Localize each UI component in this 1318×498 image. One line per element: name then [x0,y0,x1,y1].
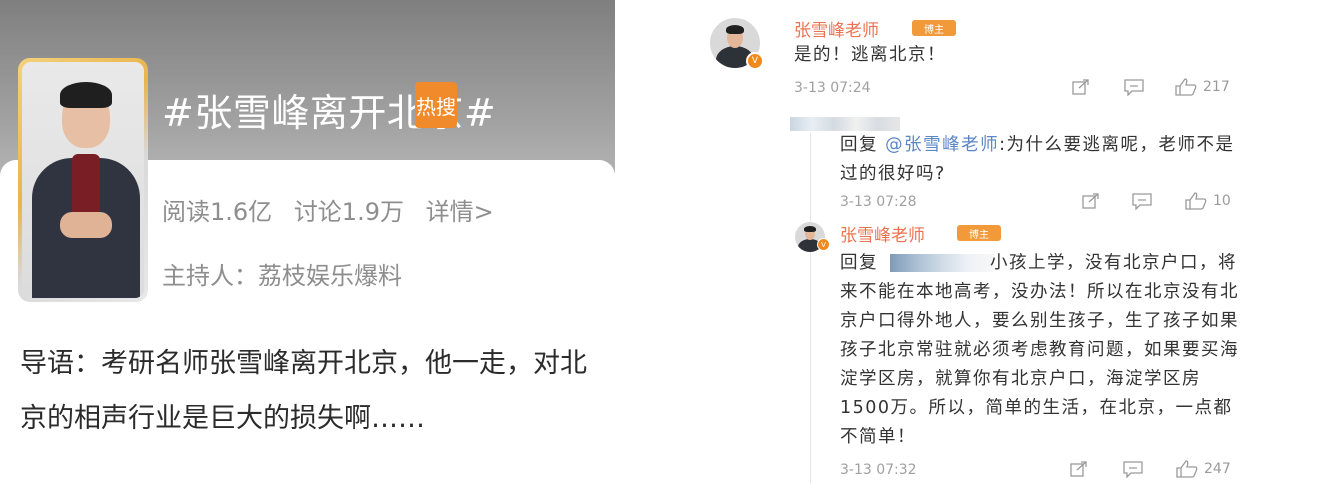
like-count: 247 [1204,461,1231,477]
hot-search-badge: 热搜 [415,82,457,128]
topic-panel: #张雪峰离开北京# 热搜 阅读1.6亿 讨论1.9万 详情> 主持人：荔枝娱乐爆… [0,0,615,498]
commenter-name[interactable]: 张雪峰老师 [794,16,879,41]
thumbs-up-icon [1175,78,1197,96]
commenter-name[interactable]: 张雪峰老师 [840,221,925,246]
share-icon [1070,461,1087,477]
topic-avatar[interactable] [18,58,148,302]
avatar-hair [726,25,744,34]
comment-time: 3-13 07:24 [794,80,871,96]
comment-button[interactable] [1132,193,1152,210]
like-button[interactable]: 217 [1175,78,1230,96]
reply-body: 小孩上学，没有北京户口，将来不能在本地高考，没办法！所以在北京没有北京户口得外地… [840,253,1239,447]
like-button[interactable]: 247 [1176,460,1231,478]
reply-prefix: 回复 [840,135,886,155]
like-button[interactable]: 10 [1185,192,1231,210]
reply-text: 回复 @张雪峰老师:为什么要逃离呢，老师不是过的很好吗? [840,131,1240,189]
blogger-badge: 博主 [912,20,956,36]
mention-link[interactable]: @张雪峰老师 [885,135,999,155]
like-count: 10 [1213,193,1231,209]
read-count: 阅读1.6亿 [162,198,273,226]
comment-icon [1124,79,1144,96]
avatar-person-hands [60,212,112,238]
topic-stats: 阅读1.6亿 讨论1.9万 详情> [162,192,508,227]
avatar-person-hair [60,82,112,108]
thumbs-up-icon [1185,192,1207,210]
topic-host[interactable]: 主持人：荔枝娱乐爆料 [162,256,402,291]
comment-thread: V 张雪峰老师 博主 是的！逃离北京！ 3-13 07:24 217 回复 @张… [700,0,1318,498]
discussion-count: 讨论1.9万 [293,198,404,226]
comment-button[interactable] [1124,79,1144,96]
comment-text: 是的！逃离北京！ [794,45,946,65]
details-link[interactable]: 详情> [426,198,494,226]
thumbs-up-icon [1176,460,1198,478]
comment-icon [1123,461,1143,478]
blurred-username [790,117,900,131]
share-icon [1072,79,1089,95]
reply-text: 回复 小孩上学，没有北京户口，将来不能在本地高考，没办法！所以在北京没有北京户口得… [840,249,1240,452]
comment-button[interactable] [1123,461,1143,478]
topic-intro: 导语：考研名师张雪峰离开北京，他一走，对北京的相声行业是巨大的损失啊…… [20,348,587,434]
comment-icon [1132,193,1152,210]
topic-avatar-image [22,62,144,298]
share-button[interactable] [1070,461,1088,477]
share-button[interactable] [1072,79,1090,95]
avatar-hair [804,226,816,232]
reply-time: 3-13 07:28 [840,194,917,210]
like-count: 217 [1203,79,1230,95]
reply-prefix: 回复 [840,253,878,273]
verified-badge-icon: V [817,238,830,251]
blogger-badge: 博主 [957,225,1001,241]
share-icon [1082,193,1099,209]
reply-thread-line [810,133,811,483]
share-button[interactable] [1082,193,1100,209]
verified-badge-icon: V [746,52,764,70]
reply-time: 3-13 07:32 [840,462,917,478]
